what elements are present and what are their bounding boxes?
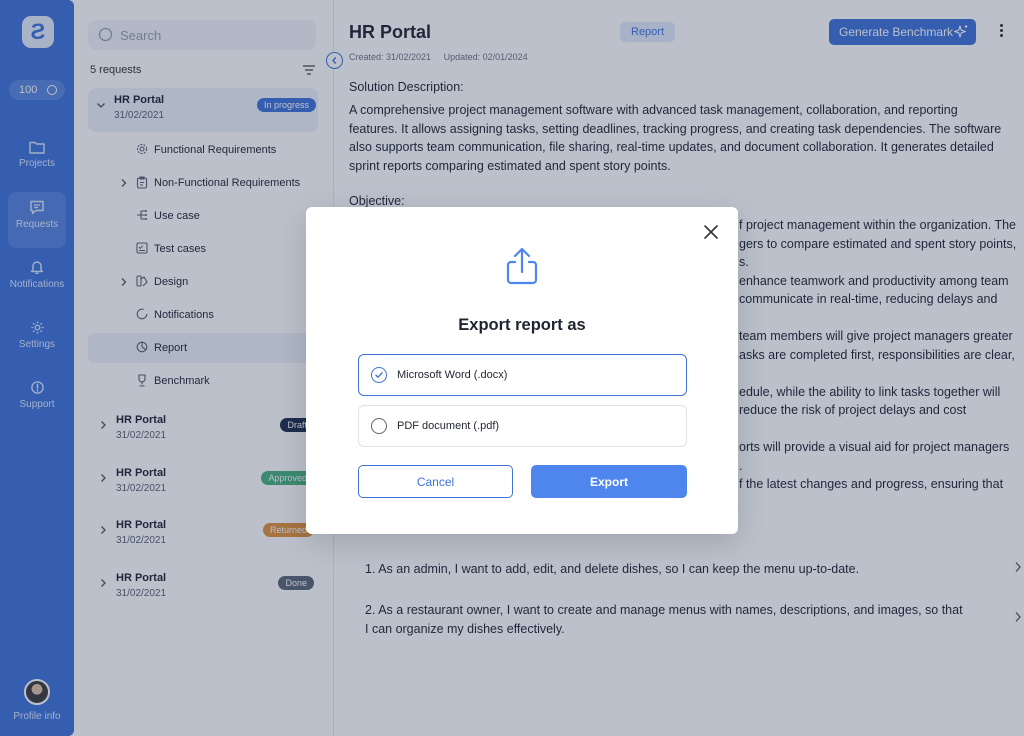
export-button[interactable]: Export xyxy=(531,465,687,498)
radio-unchecked[interactable] xyxy=(371,418,387,434)
check-icon xyxy=(375,372,383,378)
option-pdf[interactable]: PDF document (.pdf) xyxy=(358,405,687,447)
upload-icon xyxy=(506,247,538,285)
cancel-button[interactable]: Cancel xyxy=(358,465,513,498)
close-icon[interactable] xyxy=(702,223,720,241)
option-label: PDF document (.pdf) xyxy=(397,420,500,432)
option-docx[interactable]: Microsoft Word (.docx) xyxy=(358,354,687,396)
export-dialog: Export report as Microsoft Word (.docx) … xyxy=(306,207,738,534)
radio-checked[interactable] xyxy=(371,367,387,383)
option-label: Microsoft Word (.docx) xyxy=(397,369,508,381)
dialog-title: Export report as xyxy=(458,316,586,334)
